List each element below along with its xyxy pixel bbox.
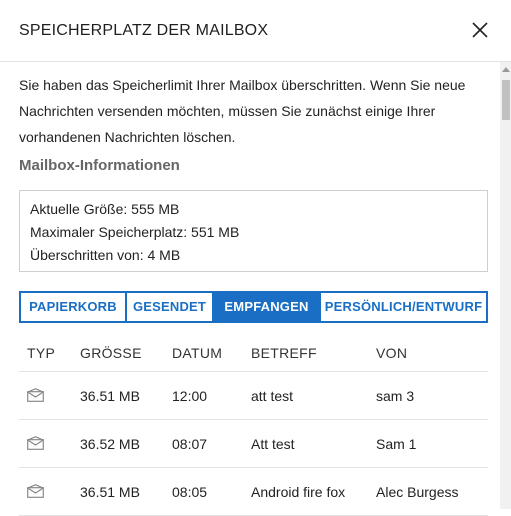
row-subject: att test bbox=[251, 388, 294, 404]
scrollbar-thumb[interactable] bbox=[502, 80, 510, 120]
messages-table: TYP GRÖSSE DATUM BETREFF VON 36.51 MB 12… bbox=[19, 334, 488, 516]
tab-empfangen[interactable]: EMPFANGEN bbox=[214, 293, 321, 321]
row-subject: Android fire fox bbox=[251, 484, 346, 500]
header-from[interactable]: VON bbox=[376, 345, 407, 361]
row-date: 08:05 bbox=[172, 484, 208, 500]
envelope-icon bbox=[27, 388, 44, 402]
max-storage: Maximaler Speicherplatz: 551 MB bbox=[30, 224, 240, 240]
mailbox-storage-dialog: SPEICHERPLATZ DER MAILBOX Sie haben das … bbox=[0, 0, 511, 516]
tab-persoenlich-entwurf[interactable]: PERSÖNLICH/ENTWURF bbox=[321, 293, 486, 321]
tab-papierkorb[interactable]: PAPIERKORB bbox=[21, 293, 127, 321]
row-size: 36.51 MB bbox=[80, 388, 140, 404]
table-header: TYP GRÖSSE DATUM BETREFF VON bbox=[19, 334, 488, 372]
vertical-scrollbar[interactable] bbox=[500, 62, 511, 509]
row-from: Sam 1 bbox=[376, 436, 417, 452]
folder-tabs: PAPIERKORB GESENDET EMPFANGEN PERSÖNLICH… bbox=[19, 291, 488, 323]
envelope-icon bbox=[27, 484, 44, 498]
row-size: 36.51 MB bbox=[80, 484, 140, 500]
intro-text: Sie haben das Speicherlimit Ihrer Mailbo… bbox=[19, 77, 466, 145]
scroll-up-arrow-icon[interactable] bbox=[502, 67, 510, 72]
header-date[interactable]: DATUM bbox=[172, 345, 222, 361]
header-size[interactable]: GRÖSSE bbox=[80, 345, 142, 361]
exceeded-by: Überschritten von: 4 MB bbox=[30, 247, 181, 263]
row-from: sam 3 bbox=[376, 388, 415, 404]
table-row[interactable]: 36.52 MB 08:07 Att test Sam 1 bbox=[19, 420, 488, 468]
envelope-icon bbox=[27, 436, 44, 450]
close-icon bbox=[472, 22, 488, 38]
row-size: 36.52 MB bbox=[80, 436, 140, 452]
dialog-title: SPEICHERPLATZ DER MAILBOX bbox=[19, 22, 269, 39]
row-from: Alec Burgess bbox=[376, 484, 459, 500]
header-subject[interactable]: BETREFF bbox=[251, 345, 317, 361]
row-subject: Att test bbox=[251, 436, 295, 452]
row-date: 12:00 bbox=[172, 388, 208, 404]
dialog-header: SPEICHERPLATZ DER MAILBOX bbox=[0, 0, 511, 62]
row-date: 08:07 bbox=[172, 436, 208, 452]
close-button[interactable] bbox=[470, 20, 490, 40]
tab-gesendet[interactable]: GESENDET bbox=[127, 293, 214, 321]
header-typ[interactable]: TYP bbox=[27, 345, 55, 361]
mailbox-info-box: Aktuelle Größe: 555 MB Maximaler Speiche… bbox=[19, 190, 488, 272]
table-row[interactable]: 36.51 MB 12:00 att test sam 3 bbox=[19, 372, 488, 420]
current-size: Aktuelle Größe: 555 MB bbox=[30, 201, 180, 217]
section-title: Mailbox-Informationen bbox=[19, 157, 180, 174]
